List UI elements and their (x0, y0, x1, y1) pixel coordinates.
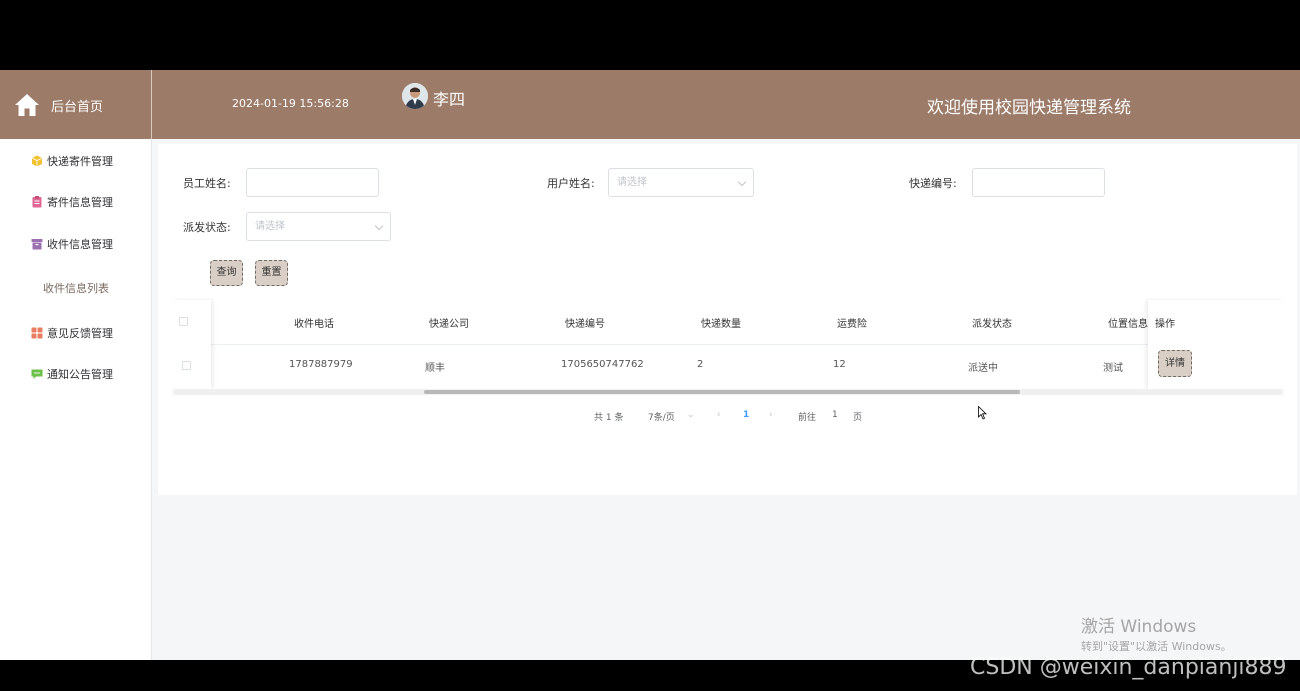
scrollbar-thumb[interactable] (424, 390, 1020, 394)
grid-icon (31, 327, 43, 339)
cell-status: 派送中 (968, 363, 998, 374)
activation-subtitle: 转到"设置"以激活 Windows。 (1081, 640, 1232, 653)
fixed-left-column (173, 300, 211, 389)
sidebar-item-label: 寄件信息管理 (47, 196, 113, 209)
app-window: 后台首页 2024-01-19 15:56:28 李四 欢迎使用校园快递管理系统… (0, 70, 1300, 660)
cell-quantity: 2 (697, 359, 704, 370)
main-panel: 员工姓名: 用户姓名: 请选择 快递编号: 派发状态: 请选择 查询 重置 收件… (158, 144, 1297, 495)
sidebar-item-notice[interactable]: 通知公告管理 (0, 363, 152, 385)
avatar[interactable] (402, 83, 428, 109)
activation-title: 激活 Windows (1081, 617, 1197, 637)
top-header: 后台首页 2024-01-19 15:56:28 李四 欢迎使用校园快递管理系统 (0, 70, 1300, 139)
dispatch-status-label: 派发状态: (183, 221, 231, 234)
sidebar-item-receive-info[interactable]: 收件信息管理 (0, 233, 152, 255)
column-header[interactable]: 派发状态 (972, 315, 1012, 330)
column-header[interactable]: 快递编号 (565, 315, 605, 330)
sidebar-item-send-info[interactable]: 寄件信息管理 (0, 191, 152, 213)
column-header[interactable]: 位置信息 (1108, 315, 1148, 330)
mouse-cursor-icon (978, 406, 987, 420)
column-header[interactable]: 快递数量 (701, 315, 741, 330)
user-name-label: 用户姓名: (547, 177, 595, 190)
employee-name-input[interactable] (246, 168, 379, 197)
column-header[interactable]: 运费险 (837, 315, 867, 330)
next-page-icon[interactable]: › (769, 410, 773, 420)
clipboard-icon (32, 196, 42, 208)
fixed-right-column: 操作 详情 (1148, 300, 1284, 389)
page-title: 欢迎使用校园快递管理系统 (927, 98, 1131, 118)
goto-label: 前往 (798, 413, 817, 423)
page-size-select[interactable]: 7条/页 (648, 410, 675, 423)
archive-icon (31, 239, 43, 250)
user-name-select[interactable]: 请选择 (608, 168, 754, 197)
dispatch-status-placeholder: 请选择 (255, 221, 285, 232)
prev-page-icon[interactable]: ‹ (717, 410, 721, 420)
chevron-down-icon: ⌄ (687, 410, 695, 420)
sidebar-item-label: 意见反馈管理 (47, 327, 113, 340)
user-name-placeholder: 请选择 (617, 177, 647, 188)
tracking-number-label: 快递编号: (909, 177, 957, 190)
dispatch-status-select[interactable]: 请选择 (246, 212, 391, 241)
sidebar-item-label: 快递寄件管理 (47, 155, 113, 168)
windows-activation-watermark: 激活 Windows 转到"设置"以激活 Windows。 (1081, 612, 1232, 654)
cell-phone: 1787887979 (289, 359, 353, 370)
employee-name-label: 员工姓名: (183, 177, 231, 190)
column-header[interactable]: 快递公司 (429, 315, 469, 330)
column-header[interactable]: 收件电话 (294, 315, 334, 330)
chat-icon (31, 369, 43, 379)
query-button[interactable]: 查询 (210, 260, 243, 286)
screen: 后台首页 2024-01-19 15:56:28 李四 欢迎使用校园快递管理系统… (0, 0, 1300, 691)
page-unit-label: 页 (853, 413, 863, 423)
goto-page-input[interactable]: 1 (832, 410, 838, 420)
column-header: 操作 (1155, 319, 1175, 330)
sidebar-item-feedback[interactable]: 意见反馈管理 (0, 322, 152, 344)
row-divider (173, 344, 1283, 345)
sidebar-item-label: 收件信息管理 (47, 238, 113, 251)
username[interactable]: 李四 (433, 86, 465, 110)
cell-company: 顺丰 (425, 363, 445, 374)
submenu-receive-list[interactable]: 收件信息列表 (0, 280, 152, 296)
current-page[interactable]: 1 (743, 410, 749, 420)
cell-tracking: 1705650747762 (561, 359, 644, 370)
sidebar-item-label: 通知公告管理 (47, 368, 113, 381)
home-link[interactable]: 后台首页 (0, 70, 152, 139)
select-all-checkbox[interactable] (179, 317, 188, 326)
cell-insurance: 12 (833, 359, 846, 370)
cell-location: 测试 (1103, 363, 1123, 374)
sidebar-item-express-send[interactable]: 快递寄件管理 (0, 150, 152, 172)
user-avatar-icon (402, 83, 428, 109)
datetime-display: 2024-01-19 15:56:28 (232, 97, 349, 110)
chevron-down-icon (737, 177, 747, 187)
tracking-number-input[interactable] (972, 168, 1105, 197)
cube-icon (31, 155, 43, 167)
reset-button[interactable]: 重置 (255, 260, 288, 286)
sidebar: 快递寄件管理 寄件信息管理 收件信息管理 收件信息列表 意见反馈管理 通知公告管… (0, 139, 152, 660)
pagination-total: 共 1 条 (594, 413, 624, 423)
chevron-down-icon (374, 221, 384, 231)
csdn-watermark: CSDN @weixin_danpianji889 (970, 655, 1287, 680)
home-label: 后台首页 (51, 100, 104, 115)
data-table: 收件电话 快递公司 快递编号 快递数量 运费险 派发状态 位置信息 178788… (173, 300, 1284, 395)
home-icon (15, 94, 39, 116)
row-checkbox[interactable] (182, 361, 191, 370)
detail-button[interactable]: 详情 (1158, 350, 1192, 377)
